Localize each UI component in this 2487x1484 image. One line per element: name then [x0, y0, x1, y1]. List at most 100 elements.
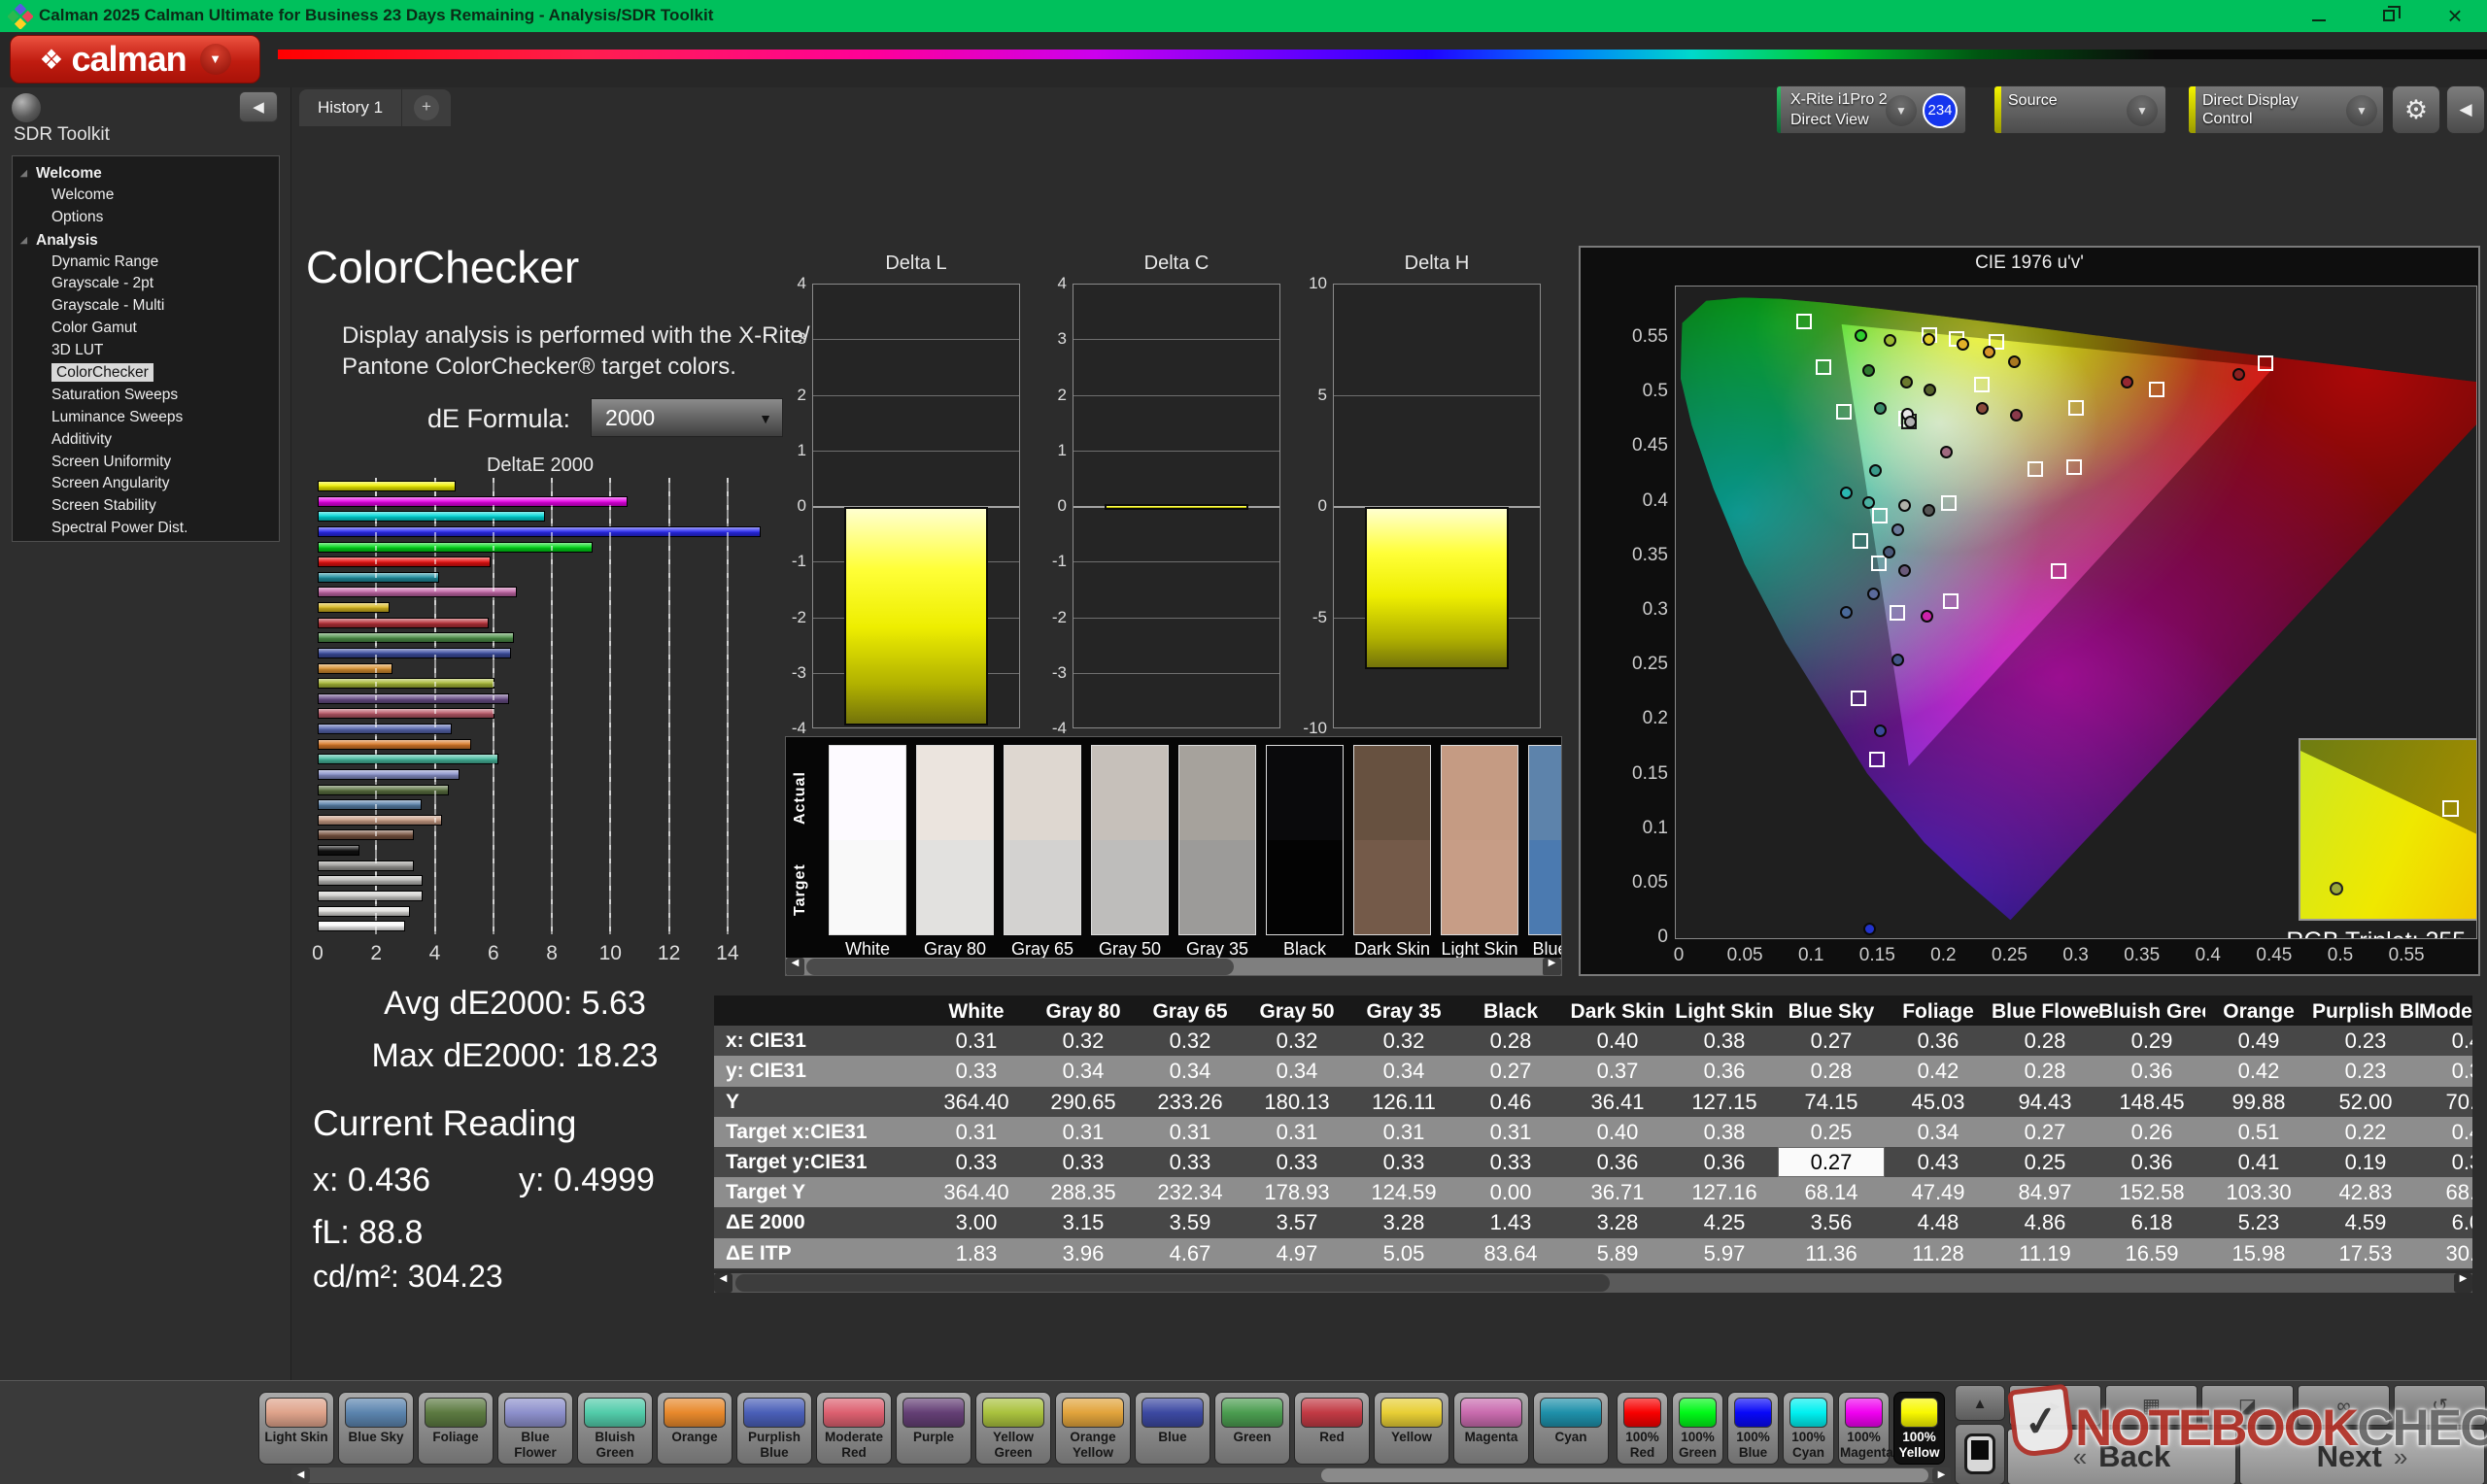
calman-menu-button[interactable]: ❖ calman ▼ [10, 35, 260, 84]
scroll-left-icon[interactable]: ◀ [786, 958, 804, 976]
scroll-right-icon[interactable]: ▶ [2454, 1273, 2472, 1293]
scrollbar-thumb[interactable] [1321, 1468, 1928, 1482]
table-cell[interactable]: 0.27 [1778, 1147, 1885, 1177]
patch-button-orange-yellow[interactable]: Orange Yellow [1055, 1392, 1131, 1465]
sidebar-item-spectral-power-dist[interactable]: Spectral Power Dist. [13, 518, 279, 540]
de-formula-dropdown[interactable]: 2000 ▼ [591, 398, 783, 437]
settings-button[interactable]: ⚙ [2392, 85, 2440, 134]
patch-button-red[interactable]: Red [1294, 1392, 1370, 1465]
swatch-label: Dark Skin [1353, 939, 1431, 960]
minimize-button[interactable] [2297, 0, 2341, 32]
sidebar-item-welcome[interactable]: ◢Welcome [13, 162, 279, 185]
display-control-dropdown[interactable]: Direct Display Control ▼ [2188, 85, 2384, 134]
scroll-left-icon[interactable]: ◀ [291, 1467, 310, 1483]
scroll-left-icon[interactable]: ◀ [714, 1273, 732, 1293]
toolbar-scrollbar[interactable]: ◀ ▶ [291, 1467, 1951, 1483]
table-cell: 15.98 [2205, 1238, 2312, 1268]
patch-button-cyan[interactable]: Cyan [1533, 1392, 1609, 1465]
patch-button-100-blue[interactable]: 100% Blue [1727, 1392, 1779, 1465]
sphere-button[interactable] [12, 93, 41, 122]
back-button[interactable]: « Back [2007, 1429, 2236, 1484]
pattern-up-button[interactable]: ▲ [1955, 1385, 2005, 1421]
close-button[interactable]: × [2433, 0, 2477, 32]
sidebar-item-screen-stability[interactable]: Screen Stability [13, 495, 279, 518]
patch-button-bluish-green[interactable]: Bluish Green [577, 1392, 653, 1465]
mini-toolbar-button-4[interactable]: ∞ [2298, 1385, 2390, 1426]
patch-button-green[interactable]: Green [1214, 1392, 1290, 1465]
mini-toolbar-button-2[interactable]: ▦ [2105, 1385, 2197, 1426]
source-dropdown[interactable]: Source ▼ [1993, 85, 2166, 134]
sidebar-item-luminance-sweeps[interactable]: Luminance Sweeps [13, 407, 279, 429]
sidebar-collapse-button[interactable]: ◀ [239, 91, 278, 122]
table-cell: 4.48 [1885, 1207, 1992, 1237]
tab-history-1[interactable]: History 1 [299, 89, 402, 126]
sidebar-item-color-gamut[interactable]: Color Gamut [13, 318, 279, 340]
sidebar-item-screen-angularity[interactable]: Screen Angularity [13, 473, 279, 495]
mini-toolbar-button-1[interactable]: ▸ [2009, 1385, 2101, 1426]
sidebar-item-grayscale-2pt[interactable]: Grayscale - 2pt [13, 273, 279, 295]
table-scrollbar[interactable]: ◀ ▶ [714, 1273, 2472, 1293]
cie-target-marker [1974, 377, 1990, 392]
scrollbar-thumb[interactable] [806, 959, 1234, 975]
sidebar-item-screen-uniformity[interactable]: Screen Uniformity [13, 452, 279, 474]
de-formula-label: dE Formula: [427, 404, 570, 434]
expander-icon[interactable]: ◢ [20, 162, 36, 185]
patch-button-100-cyan[interactable]: 100% Cyan [1783, 1392, 1834, 1465]
swatch-scrollbar[interactable]: ◀ ▶ [786, 958, 1561, 976]
table-cell: 3.28 [1350, 1207, 1457, 1237]
mini-toolbar-button-5[interactable]: ↺ [2394, 1385, 2486, 1426]
next-button[interactable]: Next » [2239, 1429, 2485, 1484]
cie-y-tick: 0.4 [1618, 490, 1668, 512]
patch-button-blue-sky[interactable]: Blue Sky [338, 1392, 414, 1465]
table-cell: 99.88 [2205, 1087, 2312, 1117]
swatch-light-skin [1441, 745, 1518, 935]
table-header-orange: Orange [2205, 995, 2312, 1028]
table-cell: 0.36 [1671, 1147, 1778, 1177]
sidebar-item-additivity[interactable]: Additivity [13, 429, 279, 452]
table-cell: 0.33 [1457, 1147, 1564, 1177]
add-tab-button[interactable]: + [402, 89, 451, 126]
chevron-down-icon: ▼ [759, 399, 772, 438]
patch-button-purplish-blue[interactable]: Purplish Blue [736, 1392, 812, 1465]
swatch-target [1354, 840, 1430, 934]
patch-button-100-green[interactable]: 100% Green [1672, 1392, 1723, 1465]
table-cell: 0.33 [1030, 1147, 1137, 1177]
scroll-right-icon[interactable]: ▶ [1543, 958, 1561, 976]
patch-button-purple[interactable]: Purple [896, 1392, 971, 1465]
sidebar-item-options[interactable]: Options [13, 207, 279, 229]
pattern-window-button[interactable] [1955, 1424, 2005, 1484]
cie-target-marker [1851, 691, 1866, 706]
table-cell: 0.23 [2312, 1056, 2419, 1086]
sidebar-item-colorchecker[interactable]: ColorChecker [13, 362, 279, 385]
deltae-bar-gray-50 [318, 875, 423, 886]
patch-button-swatch [903, 1398, 965, 1428]
patch-button-yellow[interactable]: Yellow [1374, 1392, 1449, 1465]
patch-button-blue[interactable]: Blue [1135, 1392, 1210, 1465]
sidebar-item-dynamic-range[interactable]: Dynamic Range [13, 252, 279, 274]
patch-button-magenta[interactable]: Magenta [1453, 1392, 1529, 1465]
table-cell: 36.41 [1564, 1087, 1671, 1117]
scroll-right-icon[interactable]: ▶ [1932, 1467, 1951, 1483]
patch-button-foliage[interactable]: Foliage [418, 1392, 494, 1465]
sidebar-item-analysis[interactable]: ◢Analysis [13, 229, 279, 252]
display-control-accent [2189, 86, 2196, 133]
sidebar-item-saturation-sweeps[interactable]: Saturation Sweeps [13, 385, 279, 407]
panel-collapse-button[interactable]: ◀ [2446, 85, 2485, 134]
restore-button[interactable] [2367, 0, 2411, 32]
patch-button-100-magenta[interactable]: 100% Magenta [1838, 1392, 1890, 1465]
sidebar-item-welcome[interactable]: Welcome [13, 185, 279, 207]
patch-button-orange[interactable]: Orange [657, 1392, 732, 1465]
sidebar-item-3d-lut[interactable]: 3D LUT [13, 340, 279, 362]
scroll-up-icon: ▲ [1973, 1396, 1988, 1412]
mini-toolbar-button-3[interactable]: ◪ [2201, 1385, 2294, 1426]
patch-button-100-yellow[interactable]: 100% Yellow [1893, 1392, 1945, 1465]
scrollbar-thumb[interactable] [735, 1274, 1610, 1292]
patch-button-yellow-green[interactable]: Yellow Green [975, 1392, 1051, 1465]
patch-button-moderate-red[interactable]: Moderate Red [816, 1392, 892, 1465]
meter-dropdown[interactable]: X-Rite i1Pro 2 Direct View ▼ 234 [1776, 85, 1966, 134]
sidebar-item-grayscale-multi[interactable]: Grayscale - Multi [13, 295, 279, 318]
patch-button-light-skin[interactable]: Light Skin [258, 1392, 334, 1465]
expander-icon[interactable]: ◢ [20, 229, 36, 252]
patch-button-100-red[interactable]: 100% Red [1617, 1392, 1668, 1465]
patch-button-blue-flower[interactable]: Blue Flower [497, 1392, 573, 1465]
